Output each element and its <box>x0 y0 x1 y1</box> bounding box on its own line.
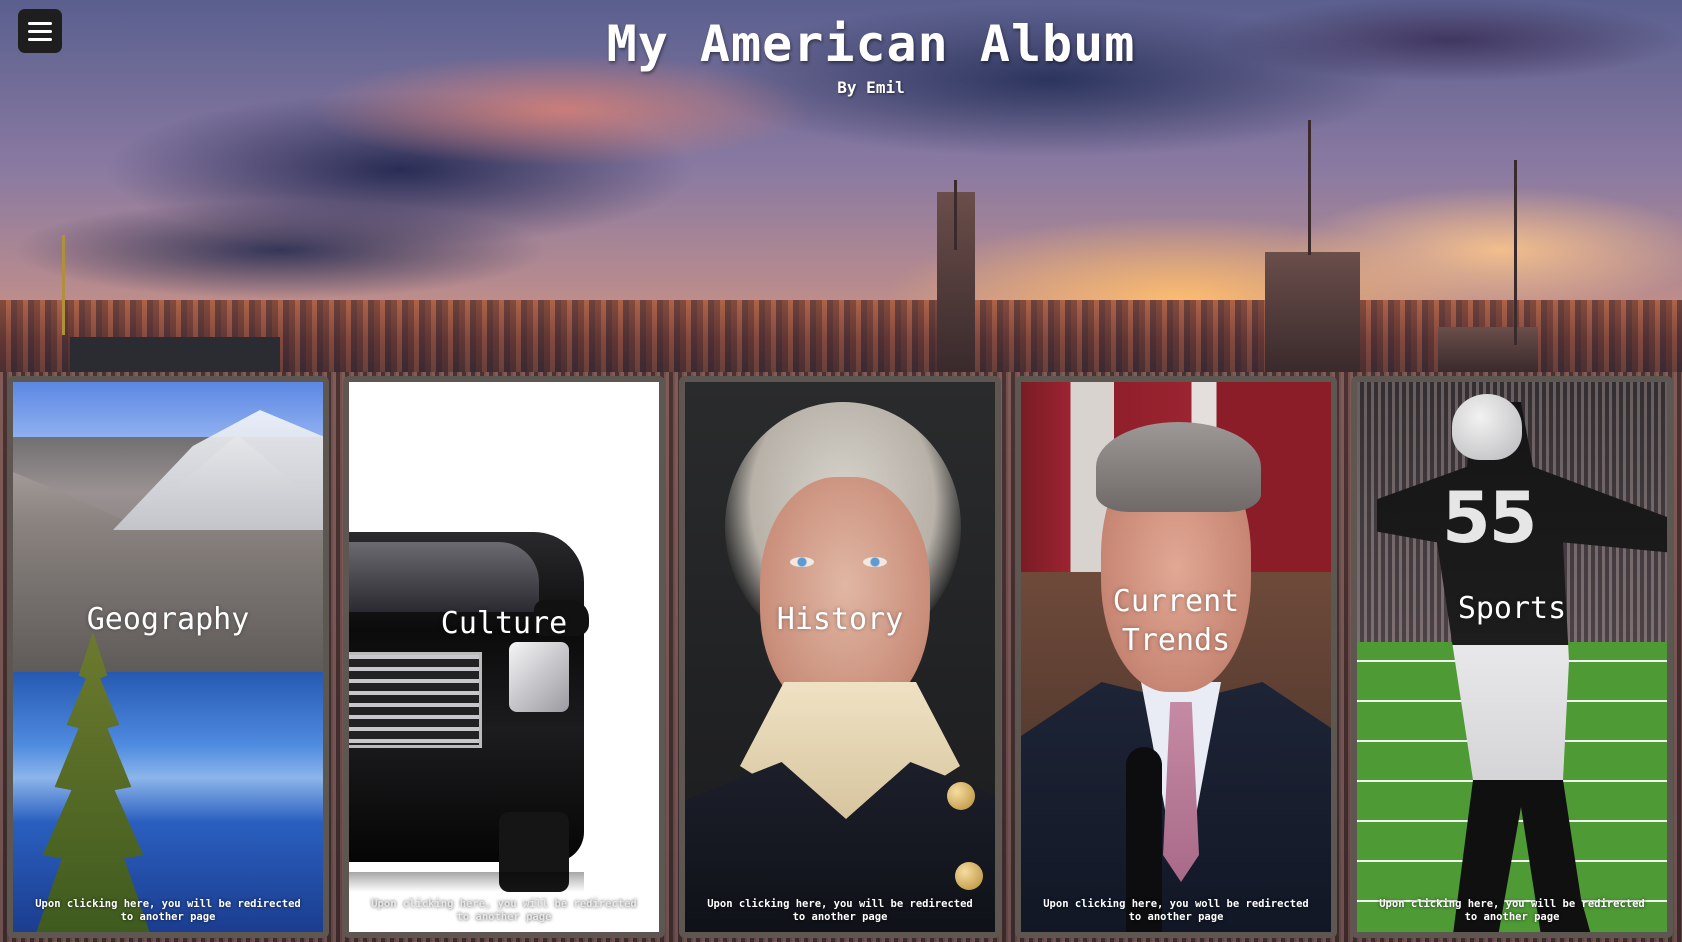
metlife-building <box>70 337 280 372</box>
card-title-geography: Geography <box>86 602 250 637</box>
car-window-shape <box>349 542 539 612</box>
car-shadow-shape <box>349 872 584 892</box>
skyscraper-far-right <box>1438 327 1538 372</box>
culture-image <box>349 382 659 932</box>
category-cards: Geography Upon clicking here, you will b… <box>7 376 1677 938</box>
skyscraper-far-right-spire <box>1514 160 1517 345</box>
card-note-current-trends: Upon clicking here, you woll be redirect… <box>1043 898 1309 923</box>
geography-image <box>13 382 323 932</box>
snow-peak-shape <box>113 410 323 530</box>
sports-image: 55 <box>1357 382 1667 932</box>
card-title-history: History <box>776 602 904 637</box>
card-current-trends[interactable]: Current Trends Upon clicking here, you w… <box>1015 376 1337 938</box>
helmet-shape <box>1452 394 1522 460</box>
empire-state-spire <box>954 180 957 250</box>
skyscraper-right-spire <box>1308 120 1311 255</box>
car-grille-shape <box>349 652 482 748</box>
card-history[interactable]: History Upon clicking here, you will be … <box>679 376 1001 938</box>
page-title: My American Album <box>606 15 1136 73</box>
page-subtitle: By Emil <box>837 78 905 97</box>
card-note-history: Upon clicking here, you will be redirect… <box>707 898 973 923</box>
coat-button <box>955 862 983 890</box>
skyscraper-right <box>1265 252 1360 372</box>
hair-shape <box>1096 422 1261 512</box>
page-header: My American Album By Emil <box>0 12 1682 100</box>
card-sports[interactable]: 55 Sports Upon clicking here, you will b… <box>1351 376 1673 938</box>
history-image <box>685 382 995 932</box>
album-page: My American Album By Emil Geography Upon… <box>0 0 1682 942</box>
portrait-right-eye <box>863 557 887 567</box>
card-note-sports: Upon clicking here, you will be redirect… <box>1379 898 1645 923</box>
card-culture[interactable]: Culture Upon clicking here, you will be … <box>343 376 665 938</box>
card-geography[interactable]: Geography Upon clicking here, you will b… <box>7 376 329 938</box>
card-title-culture: Culture <box>440 606 568 641</box>
card-note-geography: Upon clicking here, you will be redirect… <box>35 898 301 923</box>
portrait-face-shape <box>760 477 930 717</box>
jersey-number: 55 <box>1442 477 1537 559</box>
portrait-left-eye <box>790 557 814 567</box>
card-note-culture: Upon clicking here, you will be redirect… <box>371 898 637 923</box>
chrysler-spire <box>62 235 65 335</box>
car-headlight-shape <box>509 642 569 712</box>
card-title-sports: Sports <box>1457 591 1567 626</box>
card-title-current-trends: Current Trends <box>1112 584 1240 658</box>
pine-tree-shape <box>33 632 153 932</box>
coat-button <box>947 782 975 810</box>
